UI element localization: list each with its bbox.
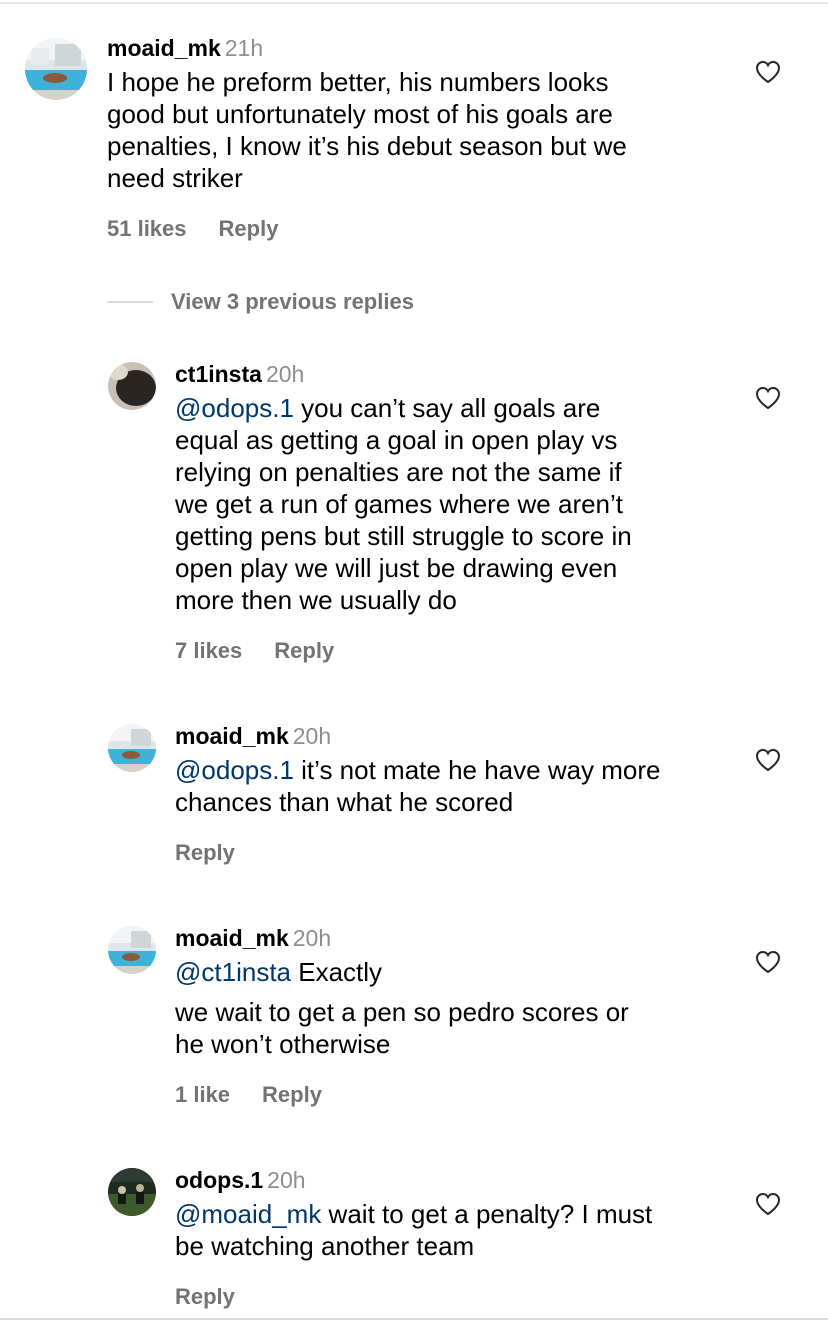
- top-divider: [0, 2, 828, 4]
- bottom-divider: [0, 1318, 828, 1320]
- mention-link[interactable]: @odops.1: [175, 755, 294, 785]
- comment-line: he won’t otherwise: [175, 1029, 391, 1059]
- heart-outline-icon: [755, 60, 781, 84]
- comment-header: ct1insta 20h: [175, 360, 718, 388]
- avatar[interactable]: [108, 724, 156, 772]
- comment-line: equal as getting a goal in open play vs: [175, 425, 618, 455]
- view-replies-label[interactable]: View 3 previous replies: [171, 289, 414, 315]
- mention-link[interactable]: @ct1insta: [175, 957, 291, 987]
- comment-line: good but unfortunately most of his goals…: [107, 99, 613, 129]
- heart-outline-icon: [755, 386, 781, 410]
- username[interactable]: ct1insta: [175, 361, 262, 387]
- comment-header: moaid_mk 20h: [175, 924, 718, 952]
- comment-text: @odops.1 it’s not mate he have way more …: [175, 754, 718, 818]
- like-button[interactable]: [755, 386, 781, 410]
- comment-line: @odops.1 it’s not mate he have way more: [175, 755, 661, 785]
- comment-text: @moaid_mk wait to get a penalty? I must …: [175, 1198, 718, 1262]
- comment-line: chances than what he scored: [175, 787, 514, 817]
- likes-count[interactable]: 7 likes: [175, 638, 242, 664]
- comment-line: we wait to get a pen so pedro scores or: [175, 997, 629, 1027]
- likes-count[interactable]: 51 likes: [107, 216, 187, 242]
- comment-header: moaid_mk 20h: [175, 722, 718, 750]
- comment-actions: 7 likes Reply: [175, 638, 334, 664]
- reply-button[interactable]: Reply: [175, 1284, 235, 1310]
- comment-line: more then we usually do: [175, 585, 457, 615]
- avatar[interactable]: [25, 38, 87, 100]
- like-button[interactable]: [755, 950, 781, 974]
- reply-button[interactable]: Reply: [175, 840, 235, 866]
- avatar-pool-photo: [108, 926, 156, 974]
- comment-line: be watching another team: [175, 1231, 475, 1261]
- comment-actions: Reply: [175, 840, 235, 866]
- timestamp: 20h: [265, 361, 305, 387]
- username[interactable]: odops.1: [175, 1167, 263, 1193]
- heart-outline-icon: [755, 748, 781, 772]
- heart-outline-icon: [755, 950, 781, 974]
- like-button[interactable]: [755, 1192, 781, 1216]
- comment-line: penalties, I know it’s his debut season …: [107, 131, 627, 161]
- comment-header: moaid_mk 21h: [107, 34, 718, 62]
- comment-line: @moaid_mk wait to get a penalty? I must: [175, 1199, 653, 1229]
- comment-line: I hope he preform better, his numbers lo…: [107, 67, 609, 97]
- mention-link[interactable]: @odops.1: [175, 393, 294, 423]
- view-previous-replies[interactable]: View 3 previous replies: [107, 284, 414, 320]
- timestamp: 20h: [292, 723, 332, 749]
- comment-text: @ct1insta Exactly we wait to get a pen s…: [175, 956, 718, 1060]
- timestamp: 20h: [267, 1167, 306, 1193]
- heart-outline-icon: [755, 1192, 781, 1216]
- username[interactable]: moaid_mk: [107, 35, 221, 61]
- mention-link[interactable]: @moaid_mk: [175, 1199, 321, 1229]
- username[interactable]: moaid_mk: [175, 925, 289, 951]
- avatar[interactable]: [108, 362, 156, 410]
- comment-actions: Reply: [175, 1284, 235, 1310]
- comment-line: getting pens but still struggle to score…: [175, 521, 632, 551]
- reply-button[interactable]: Reply: [274, 638, 334, 664]
- avatar-pool-photo: [108, 724, 156, 772]
- timestamp: 20h: [292, 925, 332, 951]
- comment-header: odops.1 20h: [175, 1166, 718, 1194]
- like-button[interactable]: [755, 60, 781, 84]
- username[interactable]: moaid_mk: [175, 723, 289, 749]
- reply-button[interactable]: Reply: [219, 216, 279, 242]
- comment-text: @odops.1 you can’t say all goals are equ…: [175, 392, 718, 616]
- likes-count[interactable]: 1 like: [175, 1082, 230, 1108]
- comment-line: relying on penalties are not the same if: [175, 457, 622, 487]
- avatar[interactable]: [108, 1168, 156, 1216]
- avatar-stadium-photo: [108, 1168, 156, 1216]
- timestamp: 21h: [224, 35, 264, 61]
- comment-line: open play we will just be drawing even: [175, 553, 618, 583]
- comment-line: we get a run of games where we aren’t: [175, 489, 624, 519]
- reply-button[interactable]: Reply: [262, 1082, 322, 1108]
- replies-divider: [107, 301, 153, 303]
- comment-actions: 1 like Reply: [175, 1082, 322, 1108]
- avatar-pool-photo: [25, 38, 87, 100]
- comment-line: @ct1insta Exactly: [175, 957, 383, 987]
- avatar-dark-photo: [108, 362, 156, 410]
- comment-text: I hope he preform better, his numbers lo…: [107, 66, 718, 194]
- comment-line: @odops.1 you can’t say all goals are: [175, 393, 601, 423]
- comment-actions: 51 likes Reply: [107, 216, 278, 242]
- avatar[interactable]: [108, 926, 156, 974]
- comment-line: need striker: [107, 163, 243, 193]
- like-button[interactable]: [755, 748, 781, 772]
